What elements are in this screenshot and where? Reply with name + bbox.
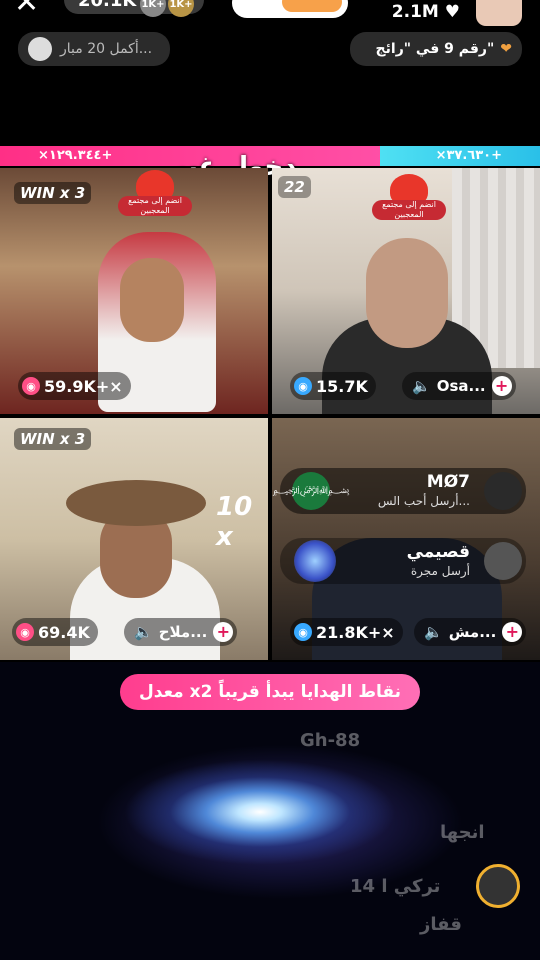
- chat-avatar[interactable]: [484, 542, 522, 580]
- ghost-text-4: قفاز: [420, 914, 462, 935]
- guest-tile-4[interactable]: ﷽ MØ7 أرسل أحب الس... قصيمي أرسل مجرة ◉ …: [272, 418, 540, 660]
- chat-username: قصيمي: [406, 542, 470, 562]
- ghost-text-3: 14 تركي ا: [350, 876, 441, 897]
- host-avatar[interactable]: [476, 0, 522, 26]
- viewer-count: 20.1K: [78, 0, 137, 11]
- heart-icon: ♥: [444, 2, 460, 22]
- guest-face: [120, 258, 184, 342]
- multiplier-badge: 10 x: [216, 492, 253, 552]
- score-pill[interactable]: ◉ 21.8K+×: [290, 618, 403, 646]
- guest-name-pill[interactable]: 🔈 ملاح... +: [124, 618, 238, 646]
- countdown: 22: [278, 176, 311, 198]
- guest-face: [366, 238, 448, 348]
- chat-text: أرسل أحب الس...: [377, 494, 470, 508]
- score-pill[interactable]: ◉ 59.9K+×: [18, 372, 131, 400]
- mission-notice[interactable]: أكمل 20 مبار...: [18, 32, 170, 66]
- plus-icon[interactable]: +: [213, 622, 234, 642]
- score-pill[interactable]: ◉ 69.4K: [12, 618, 98, 646]
- guest-tile-2[interactable]: 22 انضم إلى مجتمع المعجبين ◉ 15.7K 🔈 Osa…: [272, 168, 540, 414]
- follow-button[interactable]: [282, 0, 342, 12]
- likes-count: 2.1M ♥: [391, 2, 460, 22]
- close-icon[interactable]: ✕: [14, 0, 39, 18]
- mute-icon: 🔈: [134, 623, 153, 641]
- score-right-value: ×۳۷.٦۳۰+: [435, 148, 502, 163]
- chat-username: MØ7: [426, 472, 470, 492]
- camera-icon: ◉: [22, 377, 40, 395]
- plus-icon[interactable]: +: [502, 622, 523, 642]
- cowboy-hat: [66, 480, 206, 526]
- gift-multiplier-banner[interactable]: معدل x2 نقاط الهدايا يبدأ قريباً: [120, 674, 420, 710]
- galaxy-icon: [294, 540, 336, 582]
- ghost-text-2: انجها: [440, 822, 485, 843]
- top-viewer-badge-2[interactable]: 1K+: [168, 0, 194, 17]
- mute-icon: 🔈: [412, 377, 431, 395]
- saudi-flag-icon: ﷽: [273, 472, 349, 510]
- top-viewer-badge-1[interactable]: 1K+: [140, 0, 166, 17]
- win-badge: WIN x 3: [14, 182, 92, 204]
- camera-icon: ◉: [294, 377, 312, 395]
- fan-club-sticker[interactable]: انضم إلى مجتمع المعجبين: [118, 170, 192, 216]
- chat-message[interactable]: قصيمي أرسل مجرة: [280, 538, 526, 584]
- mute-icon: 🔈: [424, 623, 443, 641]
- chat-text: أرسل مجرة: [410, 564, 470, 578]
- score-pill[interactable]: ◉ 15.7K: [290, 372, 376, 400]
- ghost-text-1: Gh-88: [300, 730, 361, 751]
- camera-icon: ◉: [294, 623, 312, 641]
- broken-heart-icon: ❤: [500, 41, 512, 57]
- chat-avatar[interactable]: [484, 472, 522, 510]
- guest-name-pill[interactable]: 🔈 مش... +: [414, 618, 527, 646]
- plus-icon[interactable]: +: [491, 376, 512, 396]
- score-right-team: ×۳۷.٦۳۰+: [380, 146, 540, 166]
- bottom-avatar[interactable]: [476, 864, 520, 908]
- guest-tile-1[interactable]: WIN x 3 انضم إلى مجتمع المعجبين ◉ 59.9K+…: [0, 168, 268, 414]
- guest-tile-3[interactable]: WIN x 3 10 x ◉ 69.4K 🔈 ملاح... +: [0, 418, 268, 660]
- win-badge: WIN x 3: [14, 428, 92, 450]
- score-left-value: ×۱۲۹.۳٤٤+: [38, 148, 113, 163]
- guest-name-pill[interactable]: 🔈 Osa... +: [402, 372, 516, 400]
- fan-club-sticker[interactable]: انضم إلى مجتمع المعجبين: [372, 174, 446, 220]
- camera-icon: ◉: [16, 623, 34, 641]
- chat-message[interactable]: ﷽ MØ7 أرسل أحب الس...: [273, 468, 526, 514]
- trending-notice[interactable]: رقم 9 في "رائج" ❤: [350, 32, 522, 66]
- mission-icon: [28, 37, 52, 61]
- follow-host-pill[interactable]: [232, 0, 348, 18]
